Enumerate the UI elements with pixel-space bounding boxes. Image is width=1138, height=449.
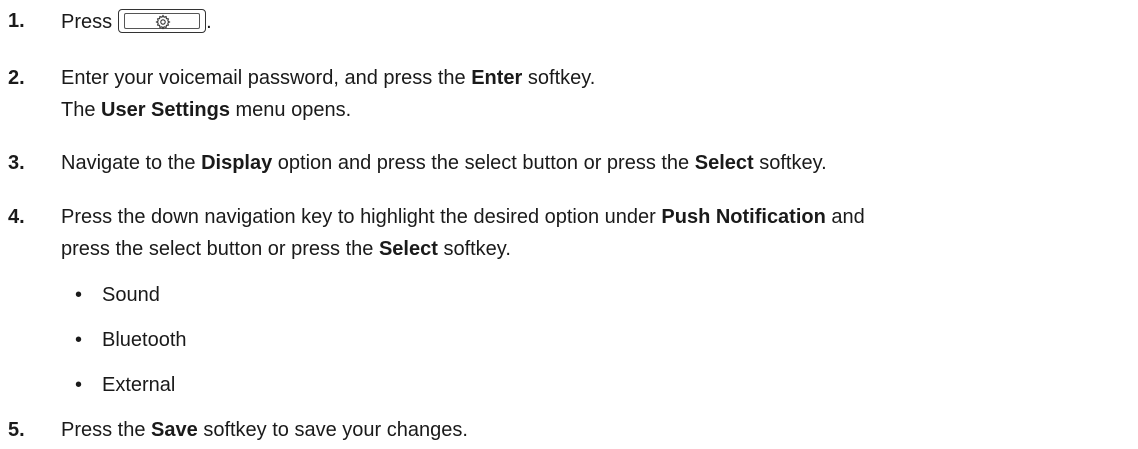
bullet-icon: • — [75, 329, 83, 351]
bullet-text: Sound — [102, 284, 160, 306]
step-text-segment: softkey. — [522, 67, 596, 89]
softkey-name: Select — [694, 152, 754, 174]
step-text-segment: Enter your voicemail password, and press… — [61, 67, 472, 89]
step-1: 1. Press. — [0, 9, 1130, 33]
step-text: Press. — [61, 9, 212, 34]
step-5: 5. Press the Save softkey to save your c… — [0, 418, 1130, 442]
softkey-name: Select — [378, 238, 438, 260]
step-text-line: Enter your voicemail password, and press… — [61, 66, 595, 90]
step-text-segment: softkey to save your changes. — [197, 419, 468, 441]
bullet-item: • Sound — [0, 283, 600, 307]
settings-key — [118, 9, 207, 33]
bullet-item: • Bluetooth — [0, 328, 600, 352]
step-text-line: Navigate to the Display option and press… — [61, 151, 827, 175]
step-text-line: Press the down navigation key to highlig… — [61, 205, 865, 229]
step-3: 3. Navigate to the Display option and pr… — [0, 151, 1130, 175]
bullet-icon: • — [75, 374, 83, 396]
step-text-segment: and — [825, 206, 865, 228]
step-text-segment: Press — [61, 11, 113, 33]
step-text-segment: menu opens. — [229, 99, 352, 121]
step-number: 2. — [8, 67, 25, 89]
setting-name: Push Notification — [661, 206, 826, 228]
step-text-line: press the select button or press the Sel… — [61, 237, 511, 261]
instructions-document: 1. Press. 2. Enter your voicemail passwo… — [0, 0, 1138, 449]
softkey-name: Enter — [471, 67, 523, 89]
step-text-segment: . — [206, 11, 212, 33]
step-text-line: The User Settings menu opens. — [61, 98, 351, 122]
bullet-text: External — [102, 374, 176, 396]
step-number: 1. — [8, 10, 25, 32]
step-2: 2. Enter your voicemail password, and pr… — [0, 66, 1130, 122]
step-text-line: Press the Save softkey to save your chan… — [61, 418, 468, 442]
step-text-segment: Navigate to the — [61, 152, 202, 174]
gear-icon — [155, 14, 171, 30]
step-4: 4. Press the down navigation key to high… — [0, 205, 1130, 261]
step-number: 3. — [8, 152, 25, 174]
step-text-segment: softkey. — [753, 152, 827, 174]
step-text-segment: The — [61, 99, 102, 121]
step-number: 5. — [8, 419, 25, 441]
step-text-segment: press the select button or press the — [61, 238, 379, 260]
option-name: Display — [201, 152, 273, 174]
step-text-segment: Press the down navigation key to highlig… — [61, 206, 662, 228]
step-text-segment: Press the — [61, 419, 152, 441]
menu-name: User Settings — [101, 99, 230, 121]
bullet-icon: • — [75, 284, 83, 306]
bullet-text: Bluetooth — [102, 329, 187, 351]
bullet-item: • External — [0, 373, 600, 397]
step-text-segment: softkey. — [437, 238, 511, 260]
step-number: 4. — [8, 206, 25, 228]
softkey-name: Save — [151, 419, 198, 441]
step-text-segment: option and press the select button or pr… — [272, 152, 695, 174]
